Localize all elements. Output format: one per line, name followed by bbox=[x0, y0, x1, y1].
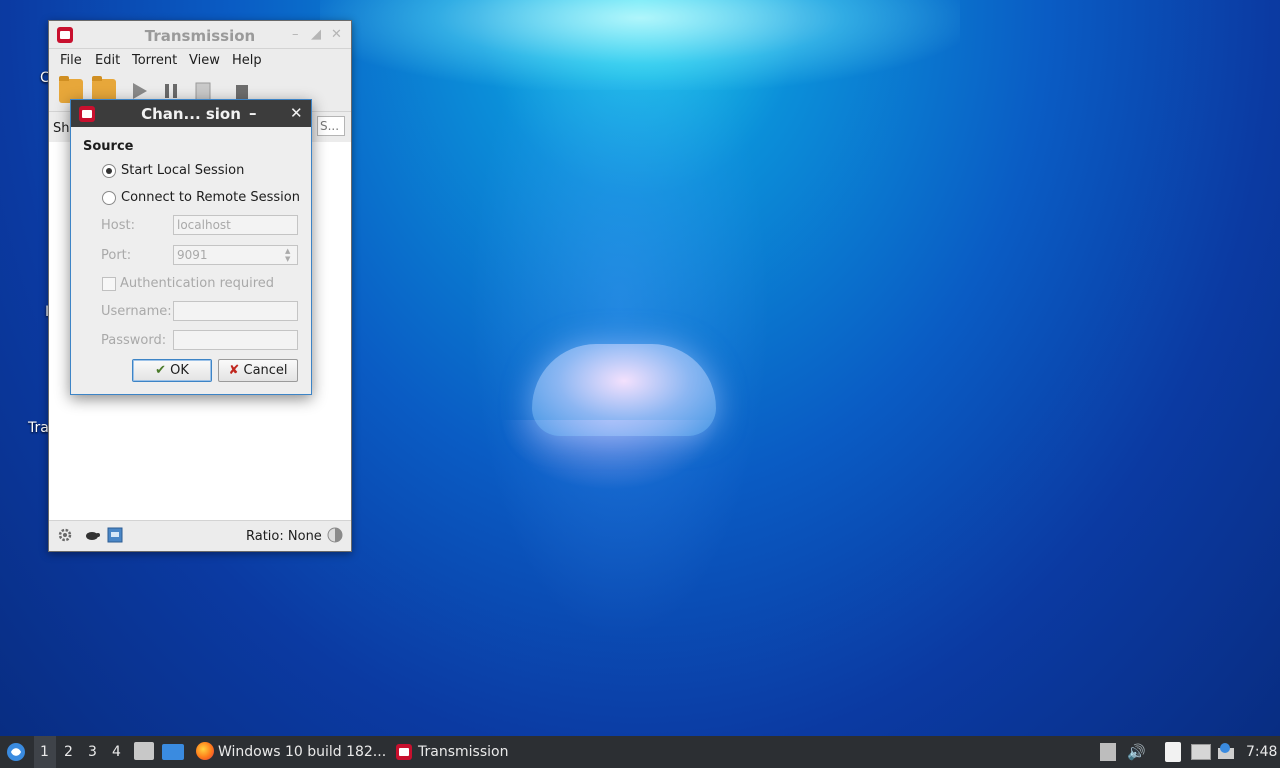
task-label: Windows 10 build 182... bbox=[218, 744, 387, 760]
menu-file[interactable]: File bbox=[60, 53, 82, 68]
main-window-title: Transmission bbox=[144, 27, 256, 45]
menu-torrent[interactable]: Torrent bbox=[132, 53, 177, 68]
source-section-label: Source bbox=[83, 139, 134, 154]
search-input[interactable]: S... bbox=[317, 116, 345, 136]
clipboard-icon[interactable] bbox=[1165, 742, 1181, 762]
port-value: 9091 bbox=[177, 248, 208, 262]
status-bar: Ratio: None bbox=[49, 520, 351, 551]
filter-show-label: Sh bbox=[53, 121, 70, 136]
dialog-titlebar[interactable]: Chan... sion – ✕ bbox=[71, 100, 311, 127]
volume-icon[interactable]: 🔊 bbox=[1127, 743, 1146, 761]
main-titlebar[interactable]: Transmission – ◢ ✕ bbox=[49, 21, 351, 49]
minimize-icon[interactable]: – bbox=[249, 104, 257, 122]
auth-label: Authentication required bbox=[120, 276, 275, 291]
taskbar: 1 2 3 4 Windows 10 build 182... Transmis… bbox=[0, 736, 1280, 768]
workspace-1[interactable]: 1 bbox=[40, 744, 49, 760]
file-manager-icon[interactable] bbox=[134, 742, 154, 760]
close-icon[interactable]: ✕ bbox=[331, 27, 342, 42]
stats-icon[interactable] bbox=[107, 527, 123, 547]
task-transmission[interactable]: Transmission bbox=[392, 736, 522, 768]
notification-icon[interactable] bbox=[1217, 742, 1237, 760]
start-local-label[interactable]: Start Local Session bbox=[121, 163, 244, 178]
workspace-4[interactable]: 4 bbox=[112, 744, 121, 760]
wallpaper-jellyfish bbox=[532, 344, 716, 436]
gear-icon[interactable] bbox=[57, 527, 73, 547]
remote-session-radio[interactable] bbox=[102, 191, 116, 205]
turtle-icon[interactable] bbox=[84, 528, 100, 546]
maximize-icon[interactable]: ◢ bbox=[311, 27, 321, 42]
cancel-button-label: Cancel bbox=[243, 363, 288, 378]
task-firefox[interactable]: Windows 10 build 182... bbox=[192, 736, 388, 768]
port-spinner[interactable]: 9091 bbox=[173, 245, 298, 265]
transmission-icon bbox=[396, 744, 412, 760]
host-label: Host: bbox=[101, 218, 135, 233]
spinner-arrows-icon[interactable]: ▲ ▼ bbox=[285, 247, 290, 263]
ok-button[interactable]: ✔ OK bbox=[132, 359, 212, 382]
password-field[interactable] bbox=[173, 330, 298, 350]
workspace-3[interactable]: 3 bbox=[88, 744, 97, 760]
password-label: Password: bbox=[101, 333, 167, 348]
menubar: File Edit Torrent View Help bbox=[49, 49, 351, 71]
change-session-dialog: Chan... sion – ✕ Source Start Local Sess… bbox=[70, 99, 312, 395]
port-label: Port: bbox=[101, 248, 132, 263]
ok-check-icon: ✔ bbox=[155, 363, 166, 378]
dialog-title: Chan... sion bbox=[141, 105, 241, 123]
close-icon[interactable]: ✕ bbox=[290, 104, 303, 122]
cancel-button[interactable]: ✘ Cancel bbox=[218, 359, 298, 382]
auth-checkbox[interactable] bbox=[102, 277, 116, 291]
clock[interactable]: 7:48 bbox=[1246, 744, 1277, 760]
start-local-radio[interactable] bbox=[102, 164, 116, 178]
username-label: Username: bbox=[101, 304, 172, 319]
network-icon[interactable] bbox=[1191, 744, 1211, 760]
minimize-icon[interactable]: – bbox=[292, 27, 299, 42]
desktop-icon[interactable] bbox=[162, 744, 184, 760]
remote-session-label[interactable]: Connect to Remote Session bbox=[121, 190, 300, 205]
host-field[interactable]: localhost bbox=[173, 215, 298, 235]
username-field[interactable] bbox=[173, 301, 298, 321]
ratio-icon bbox=[327, 527, 343, 547]
firefox-icon bbox=[196, 742, 214, 760]
start-menu-icon[interactable] bbox=[6, 742, 26, 766]
menu-view[interactable]: View bbox=[189, 53, 220, 68]
tray-up-arrow-icon[interactable] bbox=[1100, 743, 1116, 761]
cancel-x-icon: ✘ bbox=[228, 363, 240, 378]
task-label: Transmission bbox=[418, 744, 509, 760]
ratio-text: Ratio: None bbox=[246, 529, 322, 544]
desktop-icon-label[interactable]: Tra bbox=[28, 420, 49, 436]
workspace-2[interactable]: 2 bbox=[64, 744, 73, 760]
ok-button-label: OK bbox=[170, 363, 189, 378]
wallpaper-light bbox=[320, 0, 960, 90]
menu-help[interactable]: Help bbox=[232, 53, 262, 68]
menu-edit[interactable]: Edit bbox=[95, 53, 120, 68]
